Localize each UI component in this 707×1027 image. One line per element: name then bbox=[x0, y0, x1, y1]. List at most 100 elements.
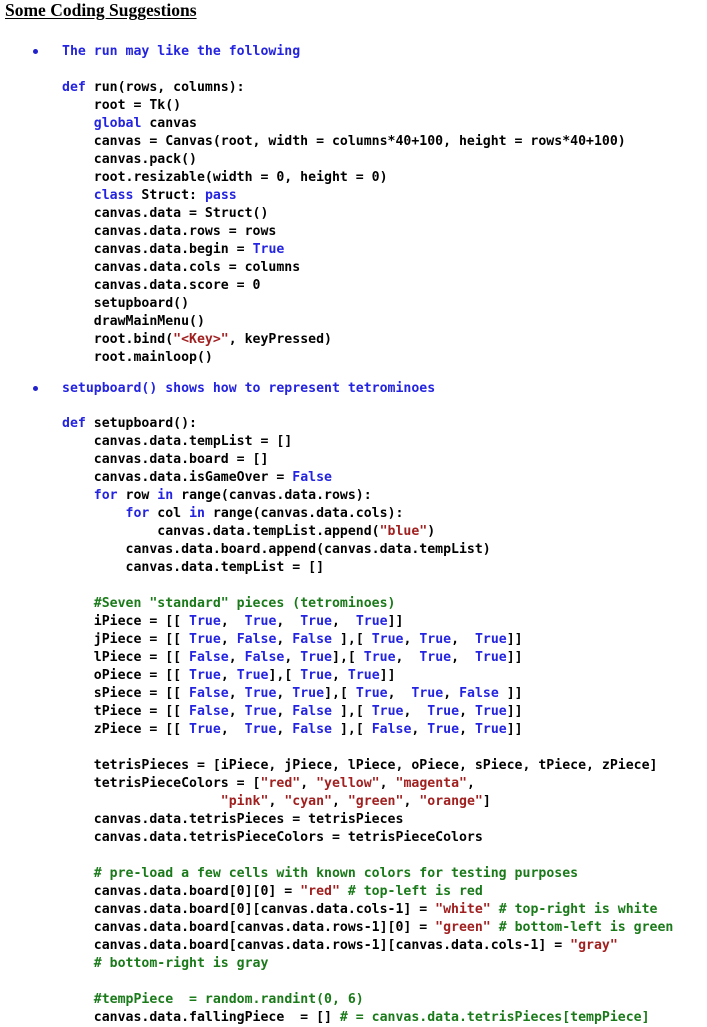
code-line: #Seven "standard" pieces (tetrominoes) bbox=[0, 595, 707, 613]
code-token-plain: canvas.data.board[canvas.data.rows-1][0]… bbox=[62, 920, 436, 935]
code-token-plain: , bbox=[228, 686, 245, 701]
code-token-kw: for bbox=[93, 488, 118, 503]
code-token-str: "white" bbox=[435, 902, 491, 917]
code-token-str: "orange" bbox=[419, 794, 483, 809]
code-token-plain: range(canvas.data.cols): bbox=[204, 506, 404, 521]
code-line: canvas.data.tetrisPieces = tetrisPieces bbox=[0, 811, 707, 829]
code-token-plain: , bbox=[332, 668, 348, 683]
document-page: Some Coding Suggestions The run may like… bbox=[0, 0, 707, 1027]
code-token-bool: True bbox=[189, 668, 221, 683]
code-token-plain: lPiece = [[ bbox=[62, 650, 190, 665]
code-token-plain: ]] bbox=[506, 632, 523, 647]
code-token-plain: ],[ bbox=[268, 668, 301, 683]
code-line: lPiece = [[ False, False, True],[ True, … bbox=[0, 649, 707, 667]
code-token-plain: iPiece = [[ bbox=[62, 614, 190, 629]
code-line: def run(rows, columns): bbox=[0, 79, 707, 97]
code-token-plain: , bbox=[220, 632, 237, 647]
code-token-plain: canvas.data.tempList.append( bbox=[62, 524, 380, 539]
code-token-plain: canvas.data.fallingPiece = [] bbox=[62, 1010, 340, 1025]
code-token-plain: sPiece = [[ bbox=[62, 686, 190, 701]
code-line: def setupboard(): bbox=[0, 415, 707, 433]
code-line: canvas.data.board[0][0] = "red" # top-le… bbox=[0, 883, 707, 901]
code-block-2: def setupboard(): canvas.data.tempList =… bbox=[0, 415, 707, 1027]
code-line: #tempPiece = random.randint(0, 6) bbox=[0, 991, 707, 1009]
code-token-plain: , bbox=[300, 776, 317, 791]
code-token-bool: True bbox=[292, 686, 325, 701]
code-token-plain: , bbox=[276, 686, 293, 701]
code-token-cmt: #Seven "standard" pieces (tetrominoes) bbox=[93, 596, 396, 611]
code-line: canvas.data.tetrisPieceColors = tetrisPi… bbox=[0, 829, 707, 847]
code-token-plain: , bbox=[379, 776, 396, 791]
code-line: zPiece = [[ True, True, False ],[ False,… bbox=[0, 721, 707, 739]
code-token-cmt: # = canvas.data.tetrisPieces[tempPiece] bbox=[339, 1010, 650, 1025]
code-token-str: "<Key>" bbox=[173, 332, 229, 347]
code-token-plain: ],[ bbox=[332, 650, 364, 665]
code-token-bool: True bbox=[371, 632, 404, 647]
code-token-str: "blue" bbox=[379, 524, 428, 539]
code-token-str: "pink" bbox=[220, 794, 269, 809]
code-token-plain: ]] bbox=[387, 614, 404, 629]
code-token-plain: , bbox=[459, 722, 475, 737]
code-token-bool: False bbox=[189, 686, 229, 701]
code-line: # bottom-right is gray bbox=[0, 955, 707, 973]
code-token-bool: True bbox=[419, 650, 452, 665]
code-token-bool: True bbox=[189, 632, 221, 647]
code-token-str: "magenta" bbox=[395, 776, 467, 791]
code-token-bool: True bbox=[474, 722, 507, 737]
code-token-bool: False bbox=[292, 632, 332, 647]
code-token-plain: canvas.data.cols = columns bbox=[62, 260, 301, 275]
code-token-bool: True bbox=[474, 650, 507, 665]
code-token-plain: tetrisPieces = [iPiece, jPiece, lPiece, … bbox=[62, 758, 658, 773]
code-line: tetrisPieceColors = ["red", "yellow", "m… bbox=[0, 775, 707, 793]
code-token-plain: canvas.data.board[0][canvas.data.cols-1]… bbox=[62, 902, 436, 917]
code-token-kw: global bbox=[93, 116, 142, 131]
code-line: canvas = Canvas(root, width = columns*40… bbox=[0, 133, 707, 151]
code-line: root.resizable(width = 0, height = 0) bbox=[0, 169, 707, 187]
code-line: canvas.data.tempList.append("blue") bbox=[0, 523, 707, 541]
code-token-plain: , bbox=[276, 722, 293, 737]
code-token-str: "green" bbox=[435, 920, 491, 935]
code-line: tetrisPieces = [iPiece, jPiece, lPiece, … bbox=[0, 757, 707, 775]
code-line: canvas.data.board[canvas.data.rows-1][0]… bbox=[0, 919, 707, 937]
code-token-plain: ] bbox=[482, 794, 491, 809]
code-block-1: def run(rows, columns): root = Tk() glob… bbox=[0, 79, 707, 367]
code-token-str: "yellow" bbox=[316, 776, 380, 791]
code-token-bool: True bbox=[474, 704, 507, 719]
code-token-plain: , bbox=[220, 614, 245, 629]
code-token-plain: canvas = Canvas(root, width = columns*40… bbox=[62, 134, 626, 149]
code-token-plain: oPiece = [[ bbox=[62, 668, 190, 683]
code-token-bool: True bbox=[236, 668, 269, 683]
code-token-plain: , bbox=[411, 722, 428, 737]
code-token-bool: True bbox=[244, 704, 277, 719]
bullet-label: setupboard() shows how to represent tetr… bbox=[62, 381, 436, 396]
code-token-bool: True bbox=[300, 614, 332, 629]
bullet-item-1: The run may like the following bbox=[0, 43, 707, 61]
code-line: drawMainMenu() bbox=[0, 313, 707, 331]
code-token-bool: True bbox=[347, 668, 380, 683]
code-token-cmt: # bottom-right is gray bbox=[93, 956, 269, 971]
code-token-kw: def bbox=[62, 416, 86, 431]
code-token-plain: canvas.data.tetrisPieceColors = tetrisPi… bbox=[62, 830, 483, 845]
code-token-kw: class bbox=[93, 188, 134, 203]
code-token-bool: False bbox=[244, 650, 285, 665]
bullet-point-icon bbox=[33, 386, 38, 391]
code-token-bool: True bbox=[474, 632, 507, 647]
code-token-cmt: # pre-load a few cells with known colors… bbox=[93, 866, 579, 881]
code-token-plain: , bbox=[331, 794, 348, 809]
code-token-str: "gray" bbox=[570, 938, 618, 953]
code-line: canvas.data.board[canvas.data.rows-1][ca… bbox=[0, 937, 707, 955]
code-token-plain: , bbox=[387, 686, 412, 701]
code-line: canvas.pack() bbox=[0, 151, 707, 169]
code-token-plain: setupboard() bbox=[62, 296, 190, 311]
code-line: for col in range(canvas.data.cols): bbox=[0, 505, 707, 523]
code-token-plain: , bbox=[268, 794, 285, 809]
bullet-point-icon bbox=[33, 49, 38, 54]
code-token-plain: , bbox=[284, 650, 301, 665]
